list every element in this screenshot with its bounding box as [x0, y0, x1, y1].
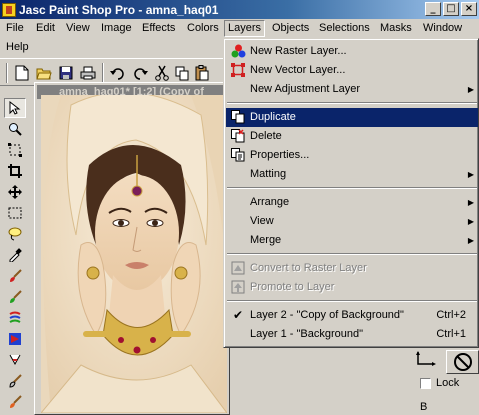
menu-file[interactable]: File [3, 20, 27, 37]
menu-item-delete[interactable]: Delete [226, 127, 478, 146]
new-file-icon[interactable] [12, 63, 32, 83]
app-icon[interactable] [2, 2, 16, 17]
minimize-button[interactable]: _ [425, 2, 441, 16]
menu-item-label: Delete [250, 130, 282, 142]
copy-icon[interactable] [172, 63, 192, 83]
menu-item-label: New Vector Layer... [250, 64, 346, 76]
tool-palette [2, 96, 28, 415]
menu-item-duplicate[interactable]: Duplicate [226, 108, 478, 127]
image-window[interactable]: amna_haq01* [1:2] (Copy of [34, 82, 230, 415]
submenu-arrow-icon: ▶ [467, 198, 474, 207]
menu-item-merge[interactable]: Merge ▶ [226, 231, 478, 250]
submenu-arrow-icon: ▶ [467, 85, 474, 94]
swap-arrow-icon[interactable] [414, 350, 444, 372]
paste-icon[interactable] [192, 63, 212, 83]
menu-item-promote-to-layer: Promote to Layer [226, 278, 478, 297]
paintbrush-tool-icon[interactable] [4, 266, 26, 286]
menu-item-label: Duplicate [250, 111, 296, 123]
new-raster-layer-icon [230, 44, 246, 59]
menu-item-shortcut: Ctrl+2 [436, 309, 466, 321]
submenu-arrow-icon: ▶ [467, 217, 474, 226]
maximize-button[interactable]: □ [443, 2, 459, 16]
menu-item-label: Merge [250, 234, 282, 246]
menu-item-new-raster-layer[interactable]: New Raster Layer... [226, 42, 478, 61]
color-replacer-icon[interactable] [4, 308, 26, 328]
close-button[interactable]: × [461, 2, 477, 16]
scratch-remover-icon[interactable] [4, 350, 26, 370]
checkmark-icon: ✔ [232, 308, 244, 322]
redo-icon[interactable] [130, 63, 150, 83]
duplicate-icon [230, 110, 246, 125]
freehand-selection-icon[interactable] [4, 224, 26, 244]
menu-item-label: Convert to Raster Layer [250, 262, 367, 274]
menu-item-label: Layer 1 - "Background" [250, 328, 363, 340]
menu-item-shortcut: Ctrl+1 [436, 328, 466, 340]
convert-raster-icon [230, 261, 246, 276]
deform-tool-icon[interactable] [4, 140, 26, 160]
menu-item-label: View [250, 215, 274, 227]
menu-masks[interactable]: Masks [377, 20, 415, 37]
eraser-tool-icon[interactable] [4, 371, 26, 391]
title-bar: Jasc Paint Shop Pro - amna_haq01 _ □ × [0, 0, 479, 19]
menu-selections[interactable]: Selections [316, 20, 373, 37]
zoom-tool-icon[interactable] [4, 119, 26, 139]
menu-item-convert-to-raster: Convert to Raster Layer [226, 259, 478, 278]
save-icon[interactable] [56, 63, 76, 83]
lock-checkbox[interactable] [420, 378, 431, 389]
move-tool-icon[interactable] [4, 182, 26, 202]
clone-brush-icon[interactable] [4, 287, 26, 307]
menu-item-label: Matting [250, 168, 287, 180]
pointer-tool-icon[interactable] [4, 98, 26, 118]
menu-item-layer-2[interactable]: ✔ Layer 2 - "Copy of Background" Ctrl+2 [226, 306, 478, 325]
menu-item-new-adjustment-layer[interactable]: New Adjustment Layer ▶ [226, 80, 478, 99]
picture-tube-icon[interactable] [4, 392, 26, 412]
lock-label: Lock [436, 377, 460, 389]
submenu-arrow-icon: ▶ [467, 170, 474, 179]
menu-item-view[interactable]: View ▶ [226, 212, 478, 231]
tool-options-panel: Lock B [412, 348, 479, 415]
print-icon[interactable] [78, 63, 98, 83]
properties-icon [230, 148, 246, 163]
menu-item-new-vector-layer[interactable]: New Vector Layer... [226, 61, 478, 80]
menu-item-label: Layer 2 - "Copy of Background" [250, 309, 404, 321]
menu-item-label: Arrange [250, 196, 290, 208]
menu-effects[interactable]: Effects [139, 20, 178, 37]
menu-item-layer-1[interactable]: Layer 1 - "Background" Ctrl+1 [226, 325, 478, 344]
menu-item-label: Promote to Layer [250, 281, 335, 293]
menu-colors[interactable]: Colors [184, 20, 222, 37]
menu-image[interactable]: Image [98, 20, 135, 37]
menu-item-label: Properties... [250, 149, 310, 161]
menu-layers[interactable]: Layers [224, 20, 266, 37]
menu-item-properties[interactable]: Properties... [226, 146, 478, 165]
menu-help[interactable]: Help [3, 39, 32, 56]
retouch-tool-icon[interactable] [4, 329, 26, 349]
layers-menu: New Raster Layer... New Vector Layer... … [223, 38, 479, 348]
menu-objects[interactable]: Objects [269, 20, 312, 37]
crop-tool-icon[interactable] [4, 161, 26, 181]
delete-layer-icon [230, 129, 246, 144]
menu-item-label: New Raster Layer... [250, 45, 347, 57]
window-title: Jasc Paint Shop Pro - amna_haq01 [19, 2, 219, 17]
menu-edit[interactable]: Edit [33, 20, 58, 37]
submenu-arrow-icon: ▶ [467, 236, 474, 245]
bridal-portrait-image[interactable] [41, 95, 227, 413]
no-transparency-icon[interactable] [446, 350, 479, 374]
new-vector-layer-icon [230, 63, 246, 78]
dropper-tool-icon[interactable] [4, 245, 26, 265]
promote-layer-icon [230, 280, 246, 295]
menu-view[interactable]: View [63, 20, 93, 37]
undo-icon[interactable] [108, 63, 128, 83]
cut-icon[interactable] [152, 63, 172, 83]
menu-item-label: New Adjustment Layer [250, 83, 361, 95]
open-folder-icon[interactable] [34, 63, 54, 83]
menu-item-arrange[interactable]: Arrange ▶ [226, 193, 478, 212]
selection-tool-icon[interactable] [4, 203, 26, 223]
menu-item-matting[interactable]: Matting ▶ [226, 165, 478, 184]
b-label: B [420, 401, 428, 413]
menu-window[interactable]: Window [420, 20, 465, 37]
